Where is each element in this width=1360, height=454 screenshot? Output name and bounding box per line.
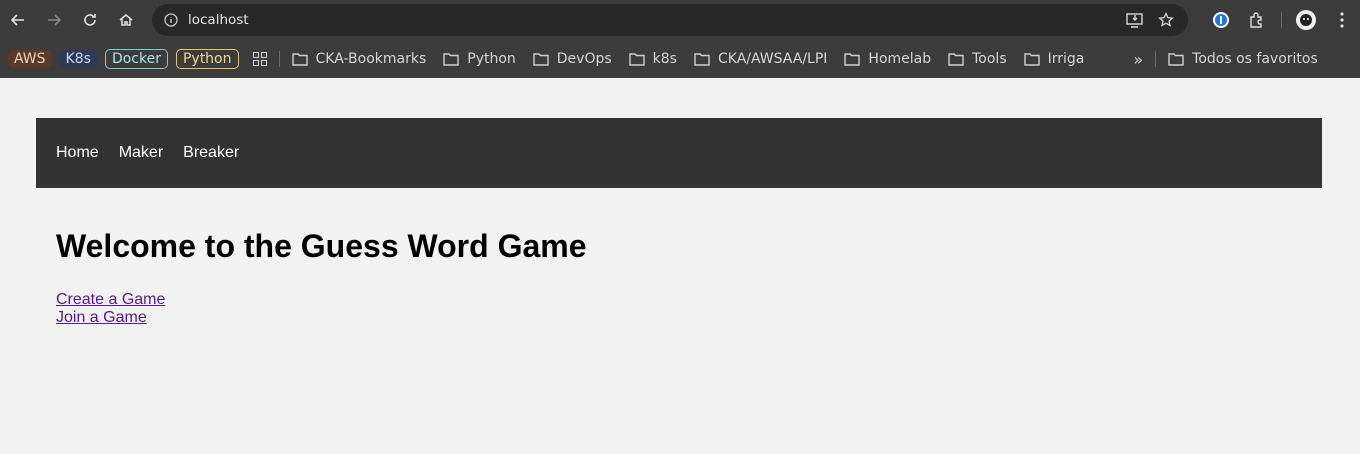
- browser-toolbar: localhost: [0, 0, 1360, 40]
- menu-icon[interactable]: [1324, 12, 1360, 28]
- nav-breaker-link[interactable]: Breaker: [183, 144, 239, 162]
- extensions-icon[interactable]: [1239, 11, 1275, 29]
- site-info-icon[interactable]: [154, 13, 188, 27]
- folder-icon: [1023, 53, 1040, 66]
- site-navbar: Home Maker Breaker: [36, 118, 1322, 188]
- back-icon[interactable]: [0, 4, 36, 36]
- home-icon[interactable]: [108, 4, 144, 36]
- bookmark-docker[interactable]: Docker: [104, 49, 168, 69]
- create-game-link[interactable]: Create a Game: [56, 291, 587, 309]
- main-content: Welcome to the Guess Word Game Create a …: [56, 228, 587, 327]
- bookmark-python[interactable]: Python: [175, 49, 239, 69]
- bookmark-folder-k8s[interactable]: k8s: [628, 51, 677, 67]
- url-text[interactable]: localhost: [188, 12, 249, 28]
- bookmark-folder-irriga[interactable]: Irriga: [1023, 51, 1084, 67]
- bookmark-k8s[interactable]: K8s: [59, 50, 97, 68]
- forward-icon[interactable]: [36, 4, 72, 36]
- install-app-icon[interactable]: [1126, 12, 1144, 28]
- nav-home-link[interactable]: Home: [56, 144, 99, 162]
- bookmark-aws[interactable]: AWS: [8, 50, 52, 68]
- bookmarks-overflow-button[interactable]: »: [1133, 50, 1143, 69]
- profile-avatar-icon[interactable]: [1288, 10, 1324, 30]
- page-viewport: Home Maker Breaker Welcome to the Guess …: [0, 78, 1360, 454]
- nav-maker-link[interactable]: Maker: [119, 144, 163, 162]
- folder-icon: [948, 53, 964, 66]
- bookmark-folder-cka-bookmarks[interactable]: CKA-Bookmarks: [291, 51, 426, 67]
- bookmark-folder-cka-awsaa-lpi[interactable]: CKA/AWSAA/LPI: [694, 51, 827, 67]
- bookmark-folder-devops[interactable]: DevOps: [533, 51, 612, 67]
- folder-icon: [443, 53, 459, 66]
- folder-icon: [1168, 53, 1184, 66]
- bookmarks-bar: AWS K8s Docker Python CKA-Bookmarks Pyth…: [0, 40, 1360, 78]
- bookmark-folder-python[interactable]: Python: [443, 51, 516, 67]
- reload-icon[interactable]: [72, 4, 108, 36]
- folder-icon: [291, 53, 308, 66]
- folder-icon: [533, 53, 549, 66]
- folder-icon: [844, 53, 861, 66]
- password-manager-icon[interactable]: [1203, 11, 1239, 29]
- address-bar[interactable]: localhost: [152, 4, 1188, 36]
- page-title: Welcome to the Guess Word Game: [56, 228, 587, 264]
- join-game-link[interactable]: Join a Game: [56, 309, 587, 327]
- all-bookmarks-folder[interactable]: Todos os favoritos: [1168, 51, 1318, 67]
- bookmark-star-icon[interactable]: [1158, 12, 1174, 28]
- folder-icon: [694, 53, 710, 66]
- folder-icon: [628, 53, 645, 66]
- bookmark-folder-homelab[interactable]: Homelab: [844, 51, 931, 67]
- apps-grid-icon[interactable]: [252, 52, 267, 66]
- bookmark-folder-tools[interactable]: Tools: [948, 51, 1007, 67]
